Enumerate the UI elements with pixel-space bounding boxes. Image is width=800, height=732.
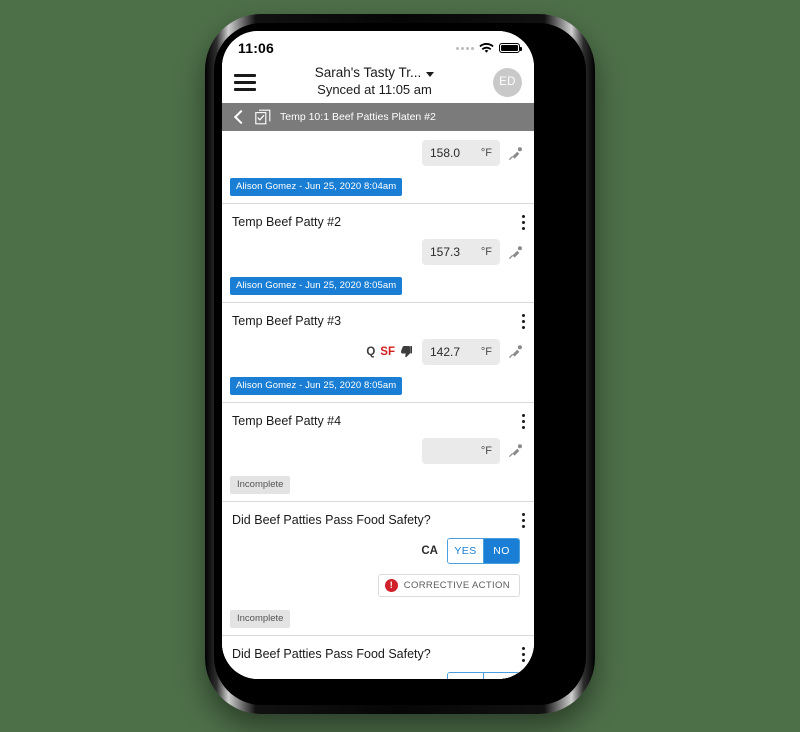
temperature-value: 158.0 (430, 146, 461, 160)
temperature-row: 157.3 °F (222, 230, 534, 275)
thermometer-probe-icon[interactable] (507, 145, 524, 162)
list-item: Temp Beef Patty #3 Q SF 142.7 °F Alison … (222, 303, 534, 403)
corrective-action-button[interactable]: ! CORRECTIVE ACTION (377, 574, 520, 597)
question-title: Did Beef Patties Pass Food Safety? (232, 647, 431, 661)
temperature-input[interactable]: °F (422, 437, 500, 464)
temperature-row: 158.0 °F (222, 131, 534, 176)
list-item-title: Temp Beef Patty #2 (232, 215, 342, 229)
question-block: Did Beef Patties Pass Food Safety? CA YE… (222, 501, 534, 636)
status-bar-clock: 11:06 (238, 40, 275, 56)
quality-flag: Q (366, 345, 376, 358)
temperature-unit: °F (480, 147, 492, 159)
temperature-unit: °F (480, 345, 492, 358)
corrective-action-row: ! CORRECTIVE ACTION (222, 574, 534, 608)
breadcrumb-title: Temp 10:1 Beef Patties Platen #2 (280, 111, 436, 123)
checklist-content[interactable]: 158.0 °F Alison Gomez - Jun 25, 2020 8:0… (222, 131, 534, 679)
thermometer-probe-icon[interactable] (507, 442, 524, 459)
overflow-menu-icon[interactable] (522, 512, 525, 528)
list-item: Temp Beef Patty #4 °F Incomplete (222, 402, 534, 502)
food-safety-flag: SF (380, 345, 395, 358)
app-header: Sarah's Tasty Tr... Synced at 11:05 am E… (222, 61, 534, 103)
yes-no-toggle[interactable]: YES NO (447, 672, 520, 679)
overflow-menu-icon[interactable] (522, 314, 525, 330)
battery-icon (499, 42, 522, 54)
ca-flag-label: CA (421, 545, 438, 557)
phone-device: 11:06 Sarah's Tasty Tr... Synced at 11:0… (205, 14, 595, 714)
status-bar-indicators (456, 39, 522, 54)
question-block: Did Beef Patties Pass Food Safety? YES N… (222, 636, 534, 679)
list-item: 158.0 °F Alison Gomez - Jun 25, 2020 8:0… (222, 131, 534, 204)
alert-exclamation-icon: ! (384, 579, 398, 592)
signal-dots-icon (456, 46, 474, 50)
list-item-title: Temp Beef Patty #4 (232, 413, 342, 428)
temperature-value: 142.7 (430, 344, 461, 359)
corrective-action-label: CORRECTIVE ACTION (403, 580, 510, 591)
yes-option[interactable]: YES (448, 539, 483, 563)
signature-tag-row: Alison Gomez - Jun 25, 2020 8:05am (222, 275, 534, 302)
thumbs-down-icon (400, 345, 413, 358)
signature-tag-row: Alison Gomez - Jun 25, 2020 8:05am (222, 375, 534, 402)
sync-status-label: Synced at 11:05 am (317, 82, 432, 98)
hamburger-menu-icon[interactable] (234, 73, 256, 91)
header-title-group: Sarah's Tasty Tr... Synced at 11:05 am (256, 65, 493, 98)
temperature-value: 157.3 (430, 245, 461, 260)
no-option[interactable]: NO (483, 539, 519, 563)
wifi-icon (479, 42, 494, 53)
incomplete-badge: Incomplete (230, 610, 291, 628)
signature-tag-row: Alison Gomez - Jun 25, 2020 8:04am (222, 176, 534, 203)
yes-no-toggle[interactable]: YES NO (447, 538, 520, 564)
question-title: Did Beef Patties Pass Food Safety? (232, 512, 431, 527)
temperature-unit: °F (480, 444, 492, 457)
flag-group: Q SF (366, 345, 413, 358)
no-option[interactable]: NO (483, 673, 519, 679)
temperature-unit: °F (480, 246, 492, 259)
user-signature-tag: Alison Gomez - Jun 25, 2020 8:05am (230, 277, 403, 296)
temperature-input[interactable]: 142.7 °F (422, 338, 500, 365)
list-item: Temp Beef Patty #2 157.3 °F Alison Gomez… (222, 204, 534, 304)
chevron-down-icon (426, 72, 435, 78)
temperature-input[interactable]: 157.3 °F (422, 239, 500, 266)
user-signature-tag: Alison Gomez - Jun 25, 2020 8:04am (230, 178, 403, 196)
breadcrumb-navbar: Temp 10:1 Beef Patties Platen #2 (222, 103, 534, 131)
checklist-icon (255, 109, 271, 125)
phone-screen: 11:06 Sarah's Tasty Tr... Synced at 11:0… (222, 31, 534, 679)
org-name-label: Sarah's Tasty Tr... (314, 65, 422, 81)
user-signature-tag: Alison Gomez - Jun 25, 2020 8:05am (230, 376, 403, 395)
yes-option[interactable]: YES (448, 673, 483, 679)
incomplete-badge: Incomplete (230, 475, 291, 494)
temperature-input[interactable]: 158.0 °F (422, 140, 500, 166)
back-chevron-icon[interactable] (232, 110, 246, 124)
temperature-row: °F (222, 429, 534, 474)
avatar[interactable]: ED (493, 67, 522, 97)
org-selector[interactable]: Sarah's Tasty Tr... (315, 65, 435, 82)
thermometer-probe-icon[interactable] (507, 343, 524, 360)
overflow-menu-icon[interactable] (522, 413, 525, 429)
thermometer-probe-icon[interactable] (507, 244, 524, 261)
status-bar: 11:06 (222, 31, 534, 61)
yes-no-row: CA YES NO (222, 528, 534, 574)
overflow-menu-icon[interactable] (522, 215, 525, 230)
list-item-title: Temp Beef Patty #3 (232, 314, 342, 329)
yes-no-row: YES NO (222, 662, 534, 679)
temperature-row: Q SF 142.7 °F (222, 330, 534, 375)
overflow-menu-icon[interactable] (522, 647, 525, 662)
